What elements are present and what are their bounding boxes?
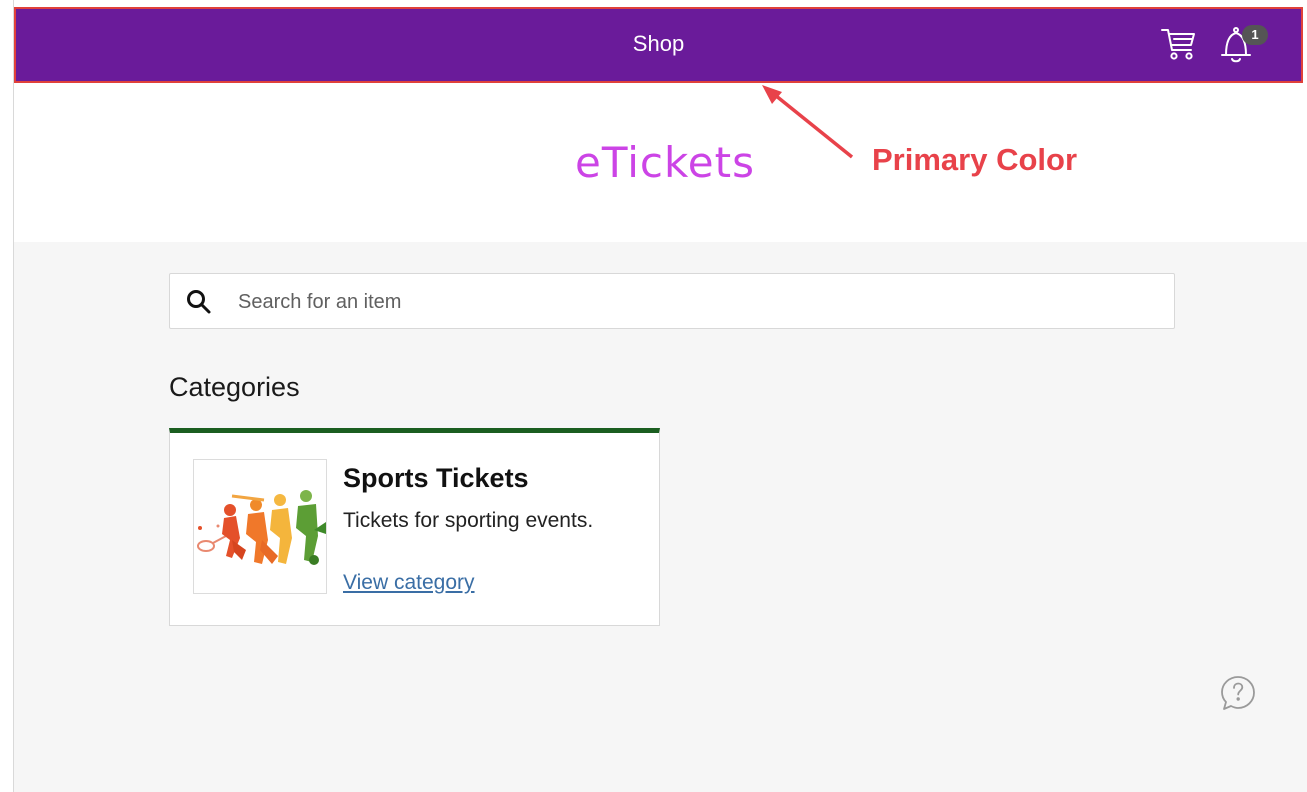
search-input[interactable] [236, 274, 1140, 330]
sports-silhouettes-image [193, 459, 327, 594]
top-app-bar: Shop 1 [14, 7, 1303, 83]
brand-logo: eTickets [575, 138, 755, 187]
help-chat-icon[interactable] [1219, 674, 1257, 712]
search-icon [187, 290, 211, 314]
search-bar[interactable] [169, 273, 1175, 330]
notification-badge: 1 [1242, 25, 1268, 45]
notifications-button[interactable]: 1 [1218, 23, 1268, 65]
app-bar-title: Shop [632, 31, 685, 56]
annotation-label: Primary Color [872, 142, 1078, 177]
shopping-cart-icon[interactable] [1160, 25, 1198, 63]
category-description: Tickets for sporting events. [343, 509, 594, 532]
category-card: Sports Tickets Tickets for sporting even… [169, 428, 660, 626]
category-title: Sports Tickets [343, 463, 529, 493]
view-category-link[interactable]: View category [343, 571, 475, 595]
categories-heading: Categories [169, 372, 300, 402]
